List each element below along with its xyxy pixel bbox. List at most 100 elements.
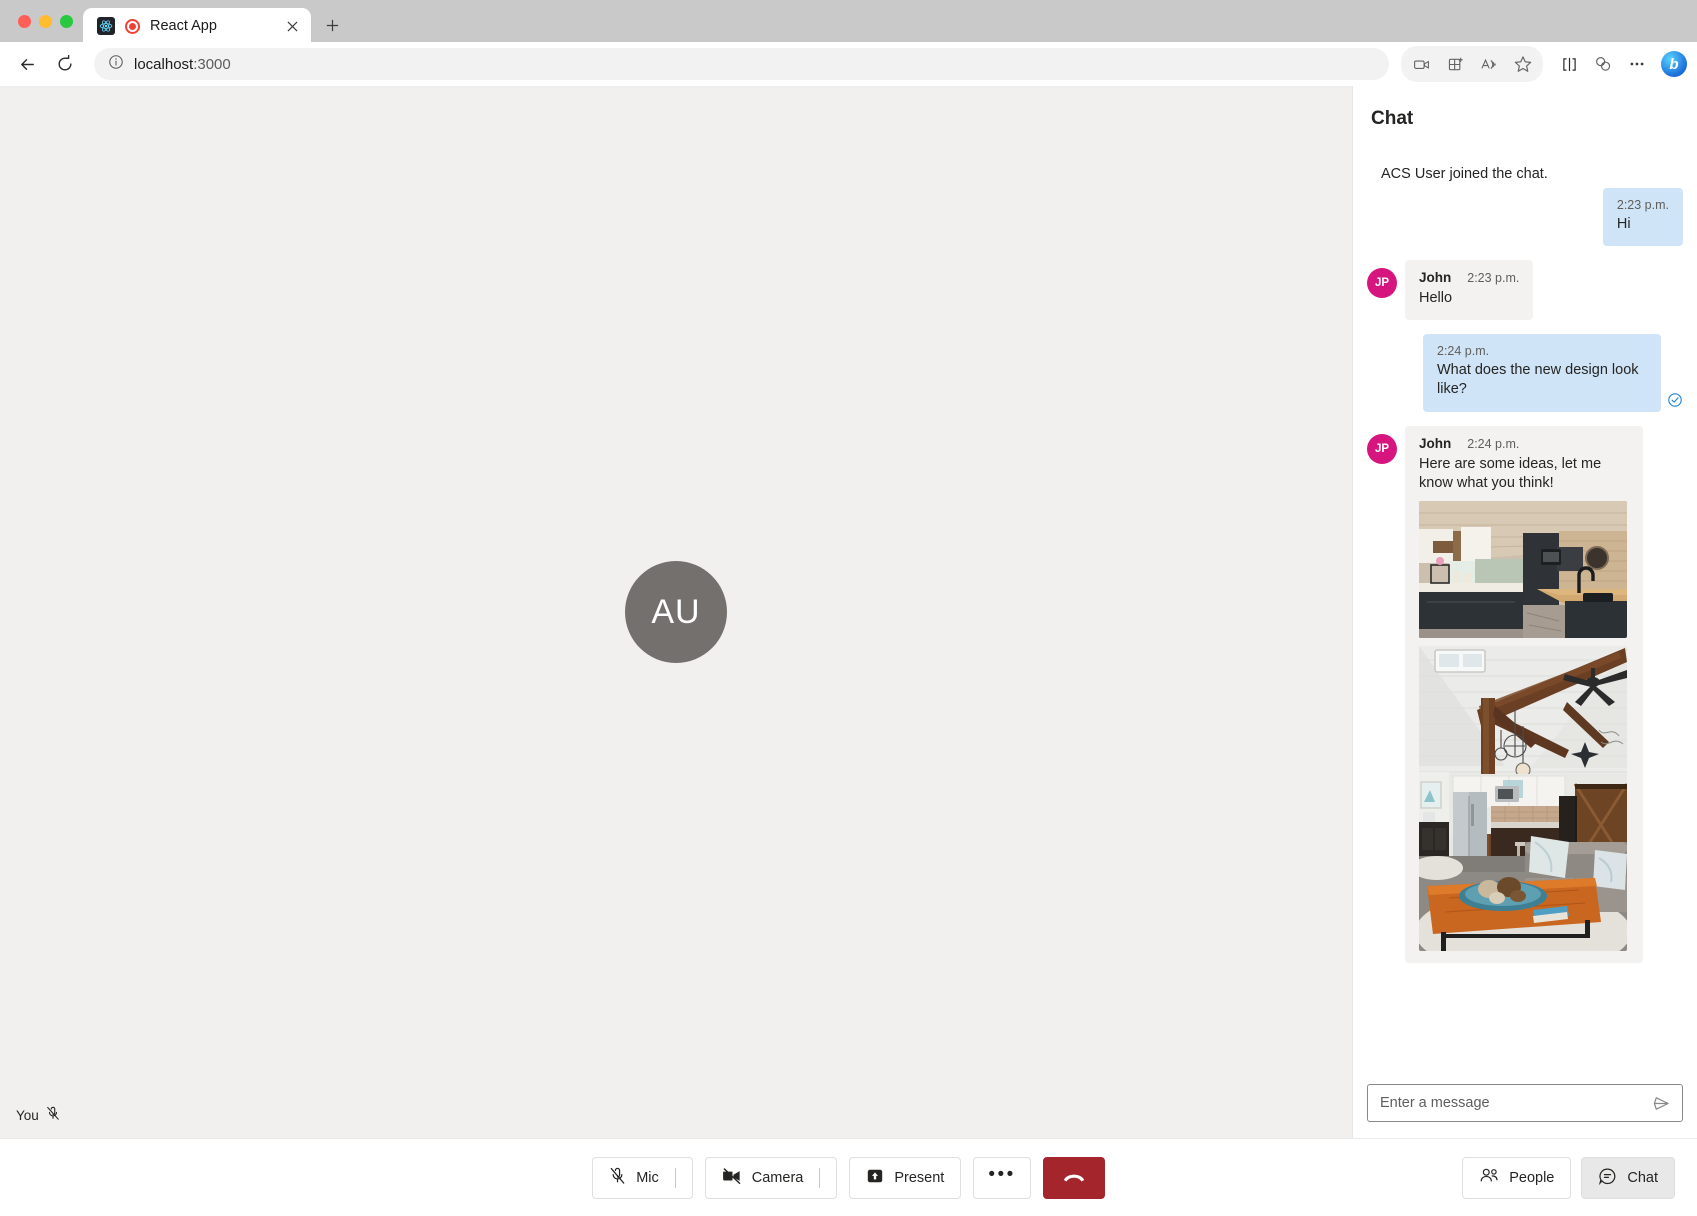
chat-message-outgoing: 2:23 p.m. Hi [1367,188,1683,246]
toolbar-actions: b [1401,46,1687,82]
more-horizontal-icon: ••• [988,1165,1015,1184]
address-bar-url: localhost:3000 [134,56,231,73]
message-sender: John [1419,270,1451,285]
message-bubble[interactable]: 2:24 p.m. What does the new design look … [1423,334,1661,411]
message-text: Hi [1617,215,1669,234]
message-timestamp: 2:23 p.m. [1617,198,1669,212]
chat-message-outgoing: 2:24 p.m. What does the new design look … [1367,334,1683,411]
favorite-star-icon[interactable] [1507,48,1539,80]
close-icon[interactable] [281,15,303,37]
back-arrow-icon[interactable] [10,47,44,81]
message-text: Hello [1419,289,1519,308]
message-meta: John 2:24 p.m. [1419,436,1629,451]
address-bar[interactable]: localhost:3000 [94,48,1389,80]
local-participant-name: You [16,1108,39,1123]
send-icon[interactable] [1648,1090,1674,1116]
call-controls-primary: Mic Camera [0,1157,1697,1199]
chat-message-incoming: JP John 2:24 p.m. Here are some ideas, l… [1367,426,1683,963]
collections-add-icon[interactable] [1439,48,1471,80]
browser-tab[interactable]: React App [83,8,311,44]
record-dot-icon [125,19,140,34]
more-settings-icon[interactable] [1621,48,1653,80]
browser-toolbar: localhost:3000 [0,42,1697,86]
message-text: Here are some ideas, let me know what yo… [1419,455,1629,493]
message-composer[interactable] [1367,1084,1683,1122]
avatar: JP [1367,434,1397,464]
chat-header: Chat [1353,86,1697,138]
message-text: What does the new design look like? [1437,361,1647,399]
call-control-bar: Mic Camera [0,1138,1697,1216]
message-sender: John [1419,436,1451,451]
bing-copilot-icon[interactable]: b [1661,51,1687,77]
message-timestamp: 2:24 p.m. [1467,437,1519,451]
end-call-button[interactable] [1043,1157,1105,1199]
mic-off-icon [609,1167,626,1189]
avatar-initials: JP [1375,277,1389,289]
share-screen-icon [866,1167,884,1189]
web-page: AU You [0,86,1697,1216]
chat-composer-area [1353,1074,1697,1138]
camera-button-label: Camera [752,1170,804,1186]
avatar: JP [1367,268,1397,298]
video-off-icon [722,1167,742,1189]
message-attachments [1419,501,1629,951]
message-bubble[interactable]: John 2:24 p.m. Here are some ideas, let … [1405,426,1643,963]
window-maximize-button[interactable] [60,15,73,28]
app-body: AU You [0,86,1697,1138]
system-message: ACS User joined the chat. [1367,160,1683,188]
people-icon [1479,1167,1499,1188]
video-stage: AU You [0,86,1352,1138]
mic-button[interactable]: Mic [592,1157,693,1199]
message-bubble[interactable]: John 2:23 p.m. Hello [1405,260,1533,320]
mic-off-icon [46,1106,60,1124]
people-button-label: People [1509,1170,1554,1186]
toolbar-action-pill [1401,46,1543,82]
chat-button[interactable]: Chat [1581,1157,1675,1199]
message-input[interactable] [1380,1095,1648,1111]
attachment-living-room-photo[interactable] [1419,646,1627,951]
present-button-label: Present [894,1170,944,1186]
window-traffic-lights [12,0,83,42]
window-close-button[interactable] [18,15,31,28]
avatar-initials: JP [1375,443,1389,455]
end-call-icon [1062,1169,1086,1187]
reload-icon[interactable] [48,47,82,81]
remote-participant-avatar: AU [625,561,727,663]
message-timestamp: 2:23 p.m. [1467,271,1519,285]
camera-split-divider[interactable] [819,1168,820,1188]
new-tab-button[interactable] [317,10,347,40]
split-screen-icon[interactable] [1553,48,1585,80]
message-timestamp: 2:24 p.m. [1437,344,1647,358]
react-logo-icon [97,17,115,35]
chat-bubble-icon [1598,1167,1617,1189]
chat-message-list[interactable]: ACS User joined the chat. 2:23 p.m. Hi J [1353,138,1697,1074]
screenshot-video-icon[interactable] [1405,48,1437,80]
present-button[interactable]: Present [849,1157,961,1199]
camera-button[interactable]: Camera [705,1157,838,1199]
address-host: localhost [134,56,193,73]
mic-split-divider[interactable] [675,1168,676,1188]
browser-window: React App [0,0,1697,1216]
message-bubble[interactable]: 2:23 p.m. Hi [1603,188,1683,246]
people-button[interactable]: People [1462,1157,1571,1199]
chat-button-label: Chat [1627,1170,1658,1186]
read-aloud-icon[interactable] [1473,48,1505,80]
browser-essentials-icon[interactable] [1587,48,1619,80]
call-controls-secondary: People Chat [1462,1157,1675,1199]
address-port: :3000 [193,56,231,73]
message-read-icon [1667,392,1683,408]
calling-app: AU You [0,86,1697,1216]
local-participant-label: You [16,1106,60,1124]
chat-panel-title: Chat [1371,108,1677,130]
mic-button-label: Mic [636,1170,659,1186]
avatar-initials: AU [651,593,700,632]
info-circle-icon[interactable] [108,54,124,75]
attachment-kitchen-photo[interactable] [1419,501,1627,638]
more-options-button[interactable]: ••• [973,1157,1030,1199]
chat-message-incoming: JP John 2:23 p.m. Hello [1367,260,1683,320]
message-meta: John 2:23 p.m. [1419,270,1519,285]
chat-panel: Chat ACS User joined the chat. 2:23 p.m.… [1352,86,1697,1138]
tab-title: React App [150,18,271,34]
window-minimize-button[interactable] [39,15,52,28]
browser-titlebar: React App [0,0,1697,42]
